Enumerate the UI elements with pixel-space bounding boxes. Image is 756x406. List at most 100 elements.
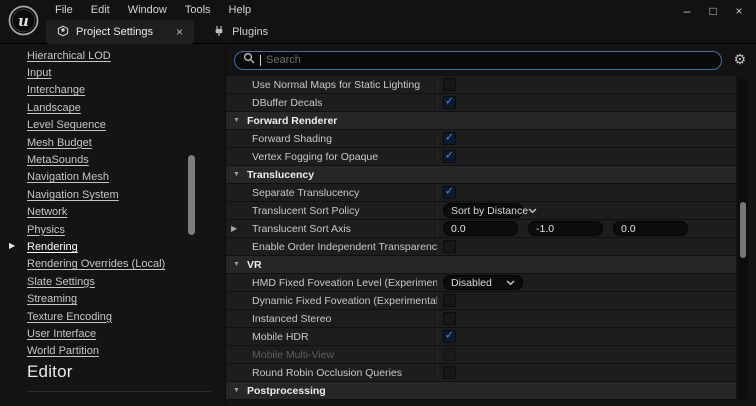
sidebar-item-landscape[interactable]: Landscape <box>27 99 225 116</box>
sidebar-item-network[interactable]: Network <box>27 204 225 221</box>
settings-scrollbar-track[interactable] <box>738 78 748 400</box>
sidebar-item-label: Input <box>27 67 52 80</box>
menu-tools[interactable]: Tools <box>176 4 220 16</box>
setting-row-forward-shading: Forward Shading ✓ <box>226 130 736 148</box>
checkbox-dynamic-fixed-foveation-experimental[interactable] <box>443 294 456 307</box>
menu-file[interactable]: File <box>46 4 82 16</box>
dropdown-translucent-sort-policy[interactable]: Sort by Distance <box>443 203 537 218</box>
sidebar-item-level-sequence[interactable]: Level Sequence <box>27 117 225 134</box>
dropdown-value: Sort by Distance <box>451 204 529 217</box>
setting-row-separate-translucency: Separate Translucency ✓ <box>226 184 736 202</box>
settings-scrollbar-thumb[interactable] <box>740 202 746 258</box>
sidebar-item-rendering[interactable]: ▶ Rendering <box>9 238 225 255</box>
setting-label: DBuffer Decals <box>226 94 438 111</box>
settings-category-sidebar: Hierarchical LOD Input Interchange Landscap… <box>0 44 226 406</box>
sidebar-item-slate-settings[interactable]: Slate Settings <box>27 273 225 290</box>
sidebar-item-label: Streaming <box>27 293 78 306</box>
setting-control: ✓ <box>438 184 736 201</box>
sidebar-item-label: User Interface <box>27 327 97 340</box>
tab-plugins[interactable]: Plugins <box>202 20 279 44</box>
close-button[interactable]: × <box>726 1 752 21</box>
editor-section-heading: Editor <box>27 362 73 381</box>
vector-field-2-translucent-sort-axis[interactable]: 0.0 <box>613 221 688 236</box>
dropdown-hmd-fixed-foveation-level-experimental[interactable]: Disabled <box>443 275 523 290</box>
minimize-button[interactable]: – <box>674 1 700 21</box>
checkmark-icon: ✓ <box>444 329 455 342</box>
setting-row-translucent-sort-policy: Translucent Sort Policy Sort by Distance <box>226 202 736 220</box>
maximize-button[interactable]: □ <box>700 1 726 21</box>
checkbox-mobile-hdr[interactable]: ✓ <box>443 330 456 343</box>
sidebar-item-texture-encoding[interactable]: Texture Encoding <box>27 308 225 325</box>
setting-row-hmd-fixed-foveation-level-experimental: HMD Fixed Foveation Level (Experimental)… <box>226 274 736 292</box>
text-caret <box>260 54 261 66</box>
sidebar-item-world-partition[interactable]: World Partition <box>27 343 225 360</box>
setting-control: Sort by Distance <box>438 202 736 219</box>
setting-label: HMD Fixed Foveation Level (Experimental) <box>226 274 438 291</box>
checkbox-dbuffer-decals[interactable]: ✓ <box>443 96 456 109</box>
menu-window[interactable]: Window <box>119 4 176 16</box>
menu-edit[interactable]: Edit <box>82 4 119 16</box>
menu-help[interactable]: Help <box>220 4 261 16</box>
sidebar-item-label: MetaSounds <box>27 154 89 167</box>
checkbox-vertex-fogging-for-opaque[interactable]: ✓ <box>443 150 456 163</box>
setting-label: Forward Shading <box>226 130 438 147</box>
sidebar-item-label: Navigation System <box>27 188 119 201</box>
tab-project-settings[interactable]: Project Settings × <box>46 20 195 44</box>
collapse-arrow-icon: ▼ <box>233 117 240 124</box>
tab-close-icon[interactable]: × <box>176 26 183 38</box>
checkbox-round-robin-occlusion-queries[interactable] <box>443 366 456 379</box>
tab-bar: Project Settings × Plugins <box>46 19 279 44</box>
checkbox-separate-translucency[interactable]: ✓ <box>443 186 456 199</box>
sidebar-item-navigation-system[interactable]: Navigation System <box>27 186 225 203</box>
setting-label: Round Robin Occlusion Queries <box>226 364 438 381</box>
dropdown-value: Disabled <box>451 276 492 289</box>
settings-gear-icon[interactable]: ⚙ <box>731 53 748 67</box>
sidebar-item-rendering-overrides-local[interactable]: Rendering Overrides (Local) <box>27 256 225 273</box>
setting-label: Enable Order Independent Transparency (E… <box>226 238 438 255</box>
sidebar-item-interchange[interactable]: Interchange <box>27 82 225 99</box>
collapse-arrow-icon: ▼ <box>233 387 240 394</box>
section-header-postprocessing[interactable]: ▼ Postprocessing <box>226 382 736 400</box>
sidebar-item-streaming[interactable]: Streaming <box>27 290 225 307</box>
setting-row-mobile-multi-view: Mobile Multi-View <box>226 346 736 364</box>
setting-row-enable-order-independent-transparency-experimental: Enable Order Independent Transparency (E… <box>226 238 736 256</box>
section-label: VR <box>246 258 262 271</box>
sidebar-item-hierarchical-lod[interactable]: Hierarchical LOD <box>27 47 225 64</box>
sidebar-item-label: Landscape <box>27 101 81 114</box>
collapse-arrow-icon: ▼ <box>233 171 240 178</box>
setting-row-round-robin-occlusion-queries: Round Robin Occlusion Queries <box>226 364 736 382</box>
sidebar-item-label: Texture Encoding <box>27 310 112 323</box>
section-label: Forward Renderer <box>246 114 338 127</box>
sidebar-item-metasounds[interactable]: MetaSounds <box>27 151 225 168</box>
checkbox-instanced-stereo[interactable] <box>443 312 456 325</box>
search-box[interactable] <box>234 50 723 70</box>
checkmark-icon: ✓ <box>444 149 455 162</box>
chevron-down-icon <box>506 277 515 289</box>
vector-field-0-translucent-sort-axis[interactable]: 0.0 <box>443 221 518 236</box>
setting-control: ✓ <box>438 94 736 111</box>
setting-label: Separate Translucency <box>226 184 438 201</box>
search-input[interactable] <box>266 54 714 66</box>
section-header-vr[interactable]: ▼ VR <box>226 256 736 274</box>
sidebar-item-label: World Partition <box>27 345 99 358</box>
sidebar-item-navigation-mesh[interactable]: Navigation Mesh <box>27 169 225 186</box>
setting-control <box>438 346 736 363</box>
section-header-translucency[interactable]: ▼ Translucency <box>226 166 736 184</box>
sidebar-item-input[interactable]: Input <box>27 64 225 81</box>
sidebar-item-mesh-budget[interactable]: Mesh Budget <box>27 134 225 151</box>
sidebar-item-user-interface[interactable]: User Interface <box>27 325 225 342</box>
section-label: Postprocessing <box>246 384 326 397</box>
checkbox-forward-shading[interactable]: ✓ <box>443 132 456 145</box>
vector-field-1-translucent-sort-axis[interactable]: -1.0 <box>528 221 603 236</box>
setting-control: ✓ <box>438 148 736 165</box>
checkbox-use-normal-maps-for-static-lighting[interactable] <box>443 78 456 91</box>
setting-row-translucent-sort-axis: ▶ Translucent Sort Axis 0.0 -1.0 0.0 <box>226 220 736 238</box>
sidebar-scrollbar-thumb[interactable] <box>188 155 195 235</box>
setting-label: Translucent Sort Policy <box>226 202 438 219</box>
sidebar-item-physics[interactable]: Physics <box>27 221 225 238</box>
checkbox-enable-order-independent-transparency-experimental[interactable] <box>443 240 456 253</box>
section-header-forward-renderer[interactable]: ▼ Forward Renderer <box>226 112 736 130</box>
window-controls: – □ × <box>674 1 752 21</box>
expand-arrow-icon[interactable]: ▶ <box>231 224 237 233</box>
checkmark-icon: ✓ <box>444 95 455 108</box>
